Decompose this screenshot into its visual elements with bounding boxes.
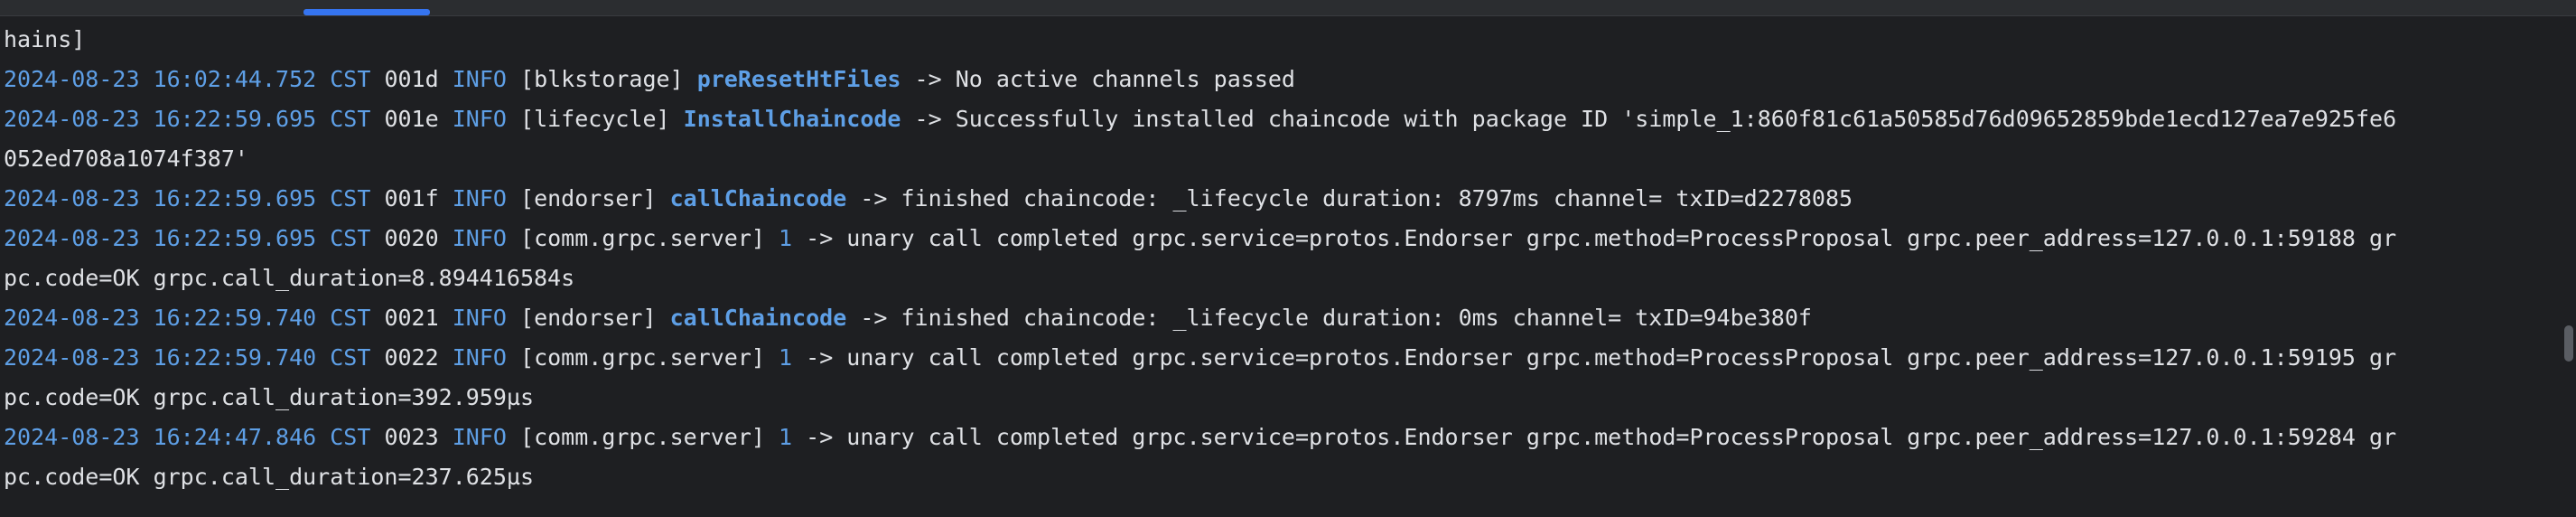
log-line: pc.code=OK grpc.call_duration=8.89441658…	[4, 258, 2553, 298]
vertical-scrollbar[interactable]	[2562, 15, 2576, 517]
log-function: callChaincode	[669, 305, 847, 331]
log-timestamp: 2024-08-23 16:22:59.740 CST	[4, 305, 371, 331]
active-tab-indicator	[303, 9, 430, 15]
log-message: 052ed708a1074f387'	[4, 146, 248, 172]
log-seq: 001d	[384, 66, 439, 92]
log-level: INFO	[452, 225, 507, 251]
log-function: preResetHtFiles	[696, 66, 901, 92]
log-line: 2024-08-23 16:24:47.846 CST 0023 INFO [c…	[4, 418, 2553, 457]
log-message: -> unary call completed grpc.service=pro…	[806, 225, 2397, 251]
log-line: 2024-08-23 16:02:44.752 CST 001d INFO [b…	[4, 60, 2553, 99]
log-message: -> finished chaincode: _lifecycle durati…	[860, 305, 1812, 331]
log-message: hains]	[4, 26, 86, 52]
tab-strip	[0, 0, 2576, 16]
console-output[interactable]: hains] 2024-08-23 16:02:44.752 CST 001d …	[0, 15, 2562, 517]
scrollbar-thumb[interactable]	[2564, 325, 2573, 362]
log-seq: 0022	[384, 344, 439, 371]
log-call-number: 1	[779, 344, 793, 371]
log-timestamp: 2024-08-23 16:22:59.695 CST	[4, 225, 371, 251]
log-module: [endorser]	[520, 305, 657, 331]
log-level: INFO	[452, 344, 507, 371]
log-function: callChaincode	[669, 185, 847, 212]
log-message: -> unary call completed grpc.service=pro…	[806, 344, 2397, 371]
log-call-number: 1	[779, 225, 793, 251]
log-line: hains]	[4, 20, 2553, 60]
log-module: [endorser]	[520, 185, 657, 212]
log-function: InstallChaincode	[683, 106, 901, 132]
log-line: 2024-08-23 16:22:59.740 CST 0022 INFO [c…	[4, 338, 2553, 378]
log-level: INFO	[452, 424, 507, 450]
log-level: INFO	[452, 66, 507, 92]
log-timestamp: 2024-08-23 16:22:59.695 CST	[4, 185, 371, 212]
log-line: pc.code=OK grpc.call_duration=237.625µs	[4, 457, 2553, 497]
log-lines: hains] 2024-08-23 16:02:44.752 CST 001d …	[4, 20, 2553, 497]
log-message: -> No active channels passed	[914, 66, 1295, 92]
log-line: 2024-08-23 16:22:59.695 CST 001e INFO [l…	[4, 99, 2553, 139]
log-line: 2024-08-23 16:22:59.695 CST 0020 INFO [c…	[4, 219, 2553, 258]
log-line: 052ed708a1074f387'	[4, 139, 2553, 179]
log-line: pc.code=OK grpc.call_duration=392.959µs	[4, 378, 2553, 418]
log-module: [comm.grpc.server]	[520, 225, 765, 251]
log-message: pc.code=OK grpc.call_duration=237.625µs	[4, 464, 534, 490]
log-seq: 0020	[384, 225, 439, 251]
log-message: pc.code=OK grpc.call_duration=8.89441658…	[4, 265, 575, 291]
log-timestamp: 2024-08-23 16:24:47.846 CST	[4, 424, 371, 450]
log-message: -> unary call completed grpc.service=pro…	[806, 424, 2397, 450]
log-line: 2024-08-23 16:22:59.740 CST 0021 INFO [e…	[4, 298, 2553, 338]
log-module: [lifecycle]	[520, 106, 670, 132]
log-seq: 0023	[384, 424, 439, 450]
log-module: [comm.grpc.server]	[520, 424, 765, 450]
log-timestamp: 2024-08-23 16:22:59.695 CST	[4, 106, 371, 132]
log-seq: 0021	[384, 305, 439, 331]
log-level: INFO	[452, 106, 507, 132]
log-line: 2024-08-23 16:22:59.695 CST 001f INFO [e…	[4, 179, 2553, 219]
log-call-number: 1	[779, 424, 793, 450]
log-module: [comm.grpc.server]	[520, 344, 765, 371]
log-timestamp: 2024-08-23 16:02:44.752 CST	[4, 66, 371, 92]
log-timestamp: 2024-08-23 16:22:59.740 CST	[4, 344, 371, 371]
log-level: INFO	[452, 185, 507, 212]
log-message: -> finished chaincode: _lifecycle durati…	[860, 185, 1853, 212]
log-message: -> Successfully installed chaincode with…	[914, 106, 2397, 132]
log-level: INFO	[452, 305, 507, 331]
log-seq: 001f	[384, 185, 439, 212]
log-message: pc.code=OK grpc.call_duration=392.959µs	[4, 384, 534, 410]
log-seq: 001e	[384, 106, 439, 132]
log-module: [blkstorage]	[520, 66, 684, 92]
